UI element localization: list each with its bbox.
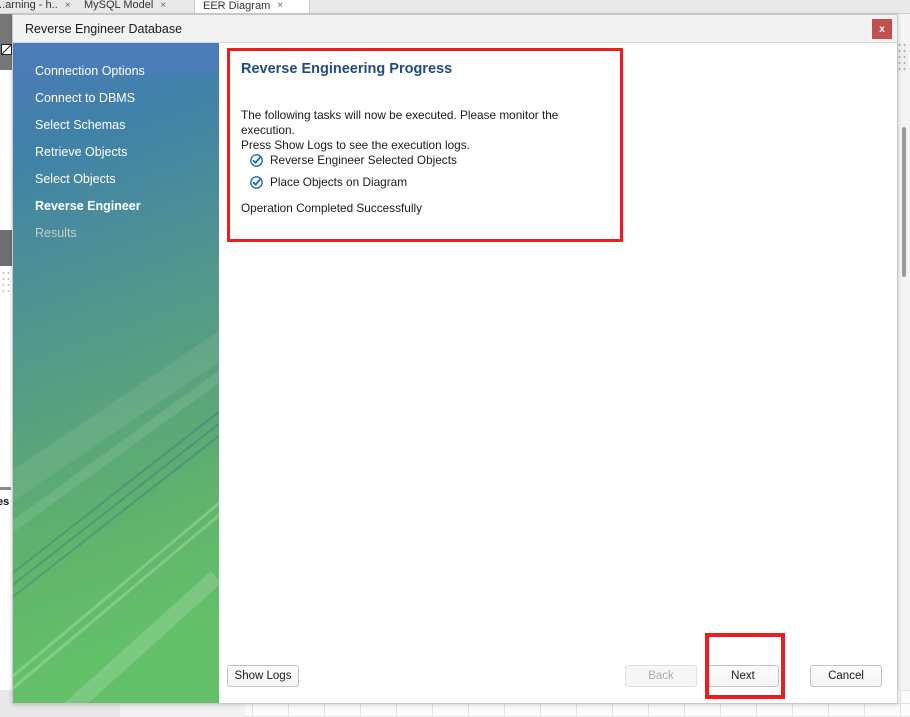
task-label: Place Objects on Diagram bbox=[270, 175, 408, 189]
reverse-engineer-dialog: Reverse Engineer Database x Connection O… bbox=[12, 14, 898, 704]
dialog-title-bar: Reverse Engineer Database x bbox=[13, 15, 897, 43]
sidebar-item-select-schemas[interactable]: Select Schemas bbox=[13, 111, 219, 138]
sidebar-item-select-objects[interactable]: Select Objects bbox=[13, 165, 219, 192]
tab-close-icon[interactable]: × bbox=[160, 0, 166, 11]
sidebar-item-label: Reverse Engineer bbox=[35, 198, 141, 213]
task-label: Reverse Engineer Selected Objects bbox=[270, 153, 457, 167]
operation-status-text: Operation Completed Successfully bbox=[241, 201, 422, 215]
vertical-scrollbar-thumb[interactable] bbox=[902, 127, 906, 277]
sidebar-item-connection-options[interactable]: Connection Options bbox=[13, 57, 219, 84]
vertical-scrollbar[interactable] bbox=[897, 14, 910, 690]
gutter-shade-mid bbox=[0, 230, 12, 266]
check-circle-icon bbox=[250, 153, 263, 167]
cancel-button[interactable]: Cancel bbox=[810, 665, 882, 687]
tab-warning[interactable]: ...arning - h.. × bbox=[0, 0, 71, 13]
dialog-footer: Show Logs Back Next Cancel bbox=[219, 633, 897, 703]
eraser-tool-icon[interactable] bbox=[1, 44, 12, 55]
tab-label: ...arning - h.. bbox=[0, 0, 58, 11]
editor-tab-strip: ...arning - h.. × MySQL Model × EER Diag… bbox=[0, 0, 910, 14]
progress-panel-highlight: Reverse Engineering Progress The followi… bbox=[227, 48, 623, 242]
canvas-left-gutter bbox=[0, 14, 12, 717]
task-row: Place Objects on Diagram bbox=[250, 171, 457, 193]
sidebar-item-label: Connection Options bbox=[35, 63, 145, 78]
tab-eer-diagram[interactable]: EER Diagram × bbox=[194, 0, 310, 13]
task-row: Reverse Engineer Selected Objects bbox=[250, 149, 457, 171]
wizard-step-sidebar: Connection Options Connect to DBMS Selec… bbox=[13, 43, 219, 703]
sidebar-item-label: Results bbox=[35, 225, 77, 240]
sidebar-item-label: Connect to DBMS bbox=[35, 90, 136, 105]
close-icon[interactable]: x bbox=[872, 19, 892, 39]
next-button[interactable]: Next bbox=[707, 665, 779, 687]
check-circle-icon bbox=[250, 175, 263, 189]
task-list: Reverse Engineer Selected Objects Place … bbox=[250, 149, 457, 193]
dialog-title: Reverse Engineer Database bbox=[25, 21, 183, 36]
gutter-divider bbox=[0, 487, 11, 490]
show-logs-button[interactable]: Show Logs bbox=[227, 665, 299, 687]
dialog-body: Connection Options Connect to DBMS Selec… bbox=[13, 43, 897, 703]
tab-close-icon[interactable]: × bbox=[65, 0, 71, 11]
back-button: Back bbox=[625, 665, 697, 687]
sidebar-item-results: Results bbox=[13, 219, 219, 246]
sidebar-item-retrieve-objects[interactable]: Retrieve Objects bbox=[13, 138, 219, 165]
sidebar-item-label: Select Objects bbox=[35, 171, 116, 186]
sidebar-item-label: Retrieve Objects bbox=[35, 144, 128, 159]
sidebar-item-reverse-engineer[interactable]: Reverse Engineer bbox=[13, 192, 219, 219]
gutter-clipped-label: es bbox=[0, 496, 10, 508]
gutter-shade-top bbox=[0, 14, 12, 70]
tab-label: MySQL Model bbox=[84, 0, 154, 11]
tab-close-icon[interactable]: × bbox=[277, 0, 283, 11]
dialog-content: Reverse Engineering Progress The followi… bbox=[219, 43, 897, 703]
tab-mysql-model[interactable]: MySQL Model × bbox=[76, 0, 194, 13]
gutter-dotted-handle bbox=[1, 270, 12, 296]
tab-label: EER Diagram bbox=[203, 0, 271, 12]
scrollbar-dotted-handle bbox=[897, 42, 908, 72]
sidebar-item-connect-to-dbms[interactable]: Connect to DBMS bbox=[13, 84, 219, 111]
progress-description: The following tasks will now be executed… bbox=[241, 108, 559, 152]
swoosh-band-1 bbox=[17, 571, 219, 703]
wizard-nav-list: Connection Options Connect to DBMS Selec… bbox=[13, 43, 219, 246]
progress-panel-title: Reverse Engineering Progress bbox=[241, 61, 453, 77]
sidebar-item-label: Select Schemas bbox=[35, 117, 126, 132]
